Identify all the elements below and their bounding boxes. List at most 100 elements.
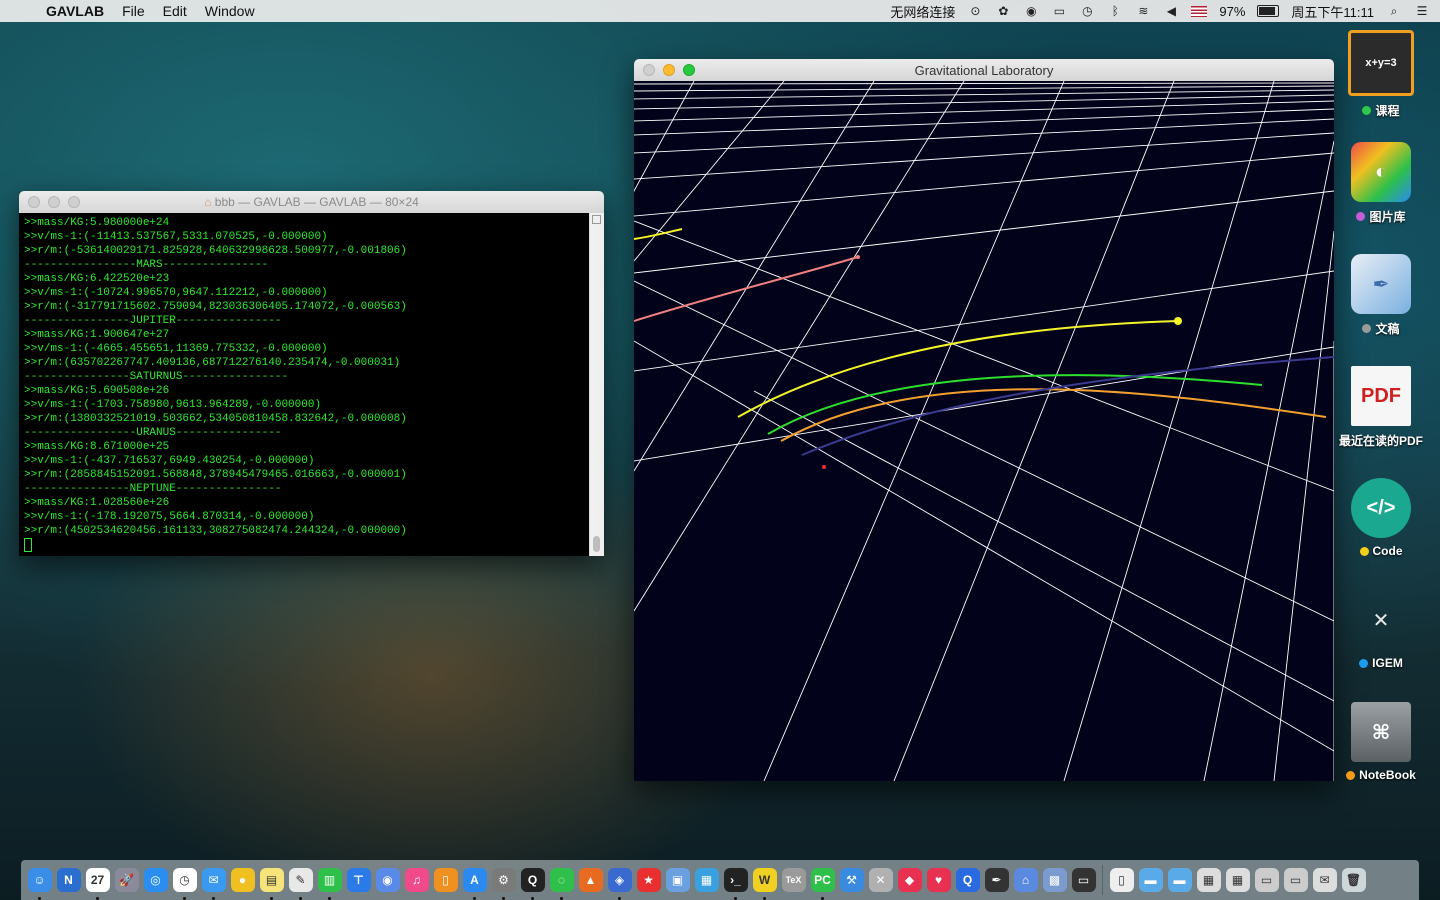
edit-menu[interactable]: Edit	[163, 3, 187, 19]
desktop-icon-label: 图片库	[1331, 208, 1431, 225]
documents-icon: ✒	[1351, 254, 1411, 314]
app-menu[interactable]: GAVLAB	[46, 3, 104, 19]
dock-item[interactable]: ☺	[25, 864, 54, 900]
dock-item[interactable]: A	[460, 864, 489, 900]
spotlight-search-icon[interactable]: ⌕	[1386, 4, 1402, 18]
dock-item[interactable]: 🗑	[1339, 864, 1368, 896]
mail-icon: ✉	[201, 868, 226, 892]
planet-jupiter	[1174, 317, 1182, 325]
zoom-button[interactable]	[68, 196, 80, 208]
dock-item[interactable]: ▲	[576, 864, 605, 896]
dock-item[interactable]: ▭	[1281, 864, 1310, 896]
dock-item[interactable]: ◷	[170, 864, 199, 900]
battery-icon[interactable]	[1257, 5, 1280, 17]
gravity-lab-titlebar[interactable]: Gravitational Laboratory	[634, 59, 1334, 81]
dock-item[interactable]: 27	[83, 864, 112, 900]
window-menu[interactable]: Window	[205, 3, 255, 19]
dock-item[interactable]: ✉	[199, 864, 228, 900]
airplay-icon[interactable]: ▭	[1051, 4, 1067, 18]
bluetooth-icon[interactable]: ᛒ	[1107, 4, 1123, 18]
desktop-icon-pdf[interactable]: PDF 最近在读的PDF	[1331, 366, 1431, 449]
dock-item[interactable]: ◈	[605, 864, 634, 900]
dock-item[interactable]: ▬	[1165, 864, 1194, 896]
desktop-icon-igem[interactable]: ✕ IGEM	[1331, 590, 1431, 670]
dock-item[interactable]: ▩	[1040, 864, 1069, 896]
finder-icon: ☺	[27, 868, 52, 892]
dock-item[interactable]: TeX	[779, 864, 808, 896]
dock-item[interactable]: ▦	[1223, 864, 1252, 896]
desktop-icon-documents[interactable]: ✒ 文稿	[1331, 254, 1431, 337]
dock-item[interactable]: ●	[228, 864, 257, 896]
dock-item[interactable]: ▭	[1069, 864, 1098, 896]
dock-item[interactable]: Q	[518, 864, 547, 900]
network-status[interactable]: 无网络连接	[890, 2, 955, 21]
dock-item[interactable]: ✒	[982, 864, 1011, 896]
terminal-titlebar[interactable]: ⌂ bbb — GAVLAB — GAVLAB — 80×24	[19, 191, 604, 213]
clock[interactable]: 周五下午11:11	[1291, 2, 1374, 21]
evernote-icon[interactable]: ✿	[995, 4, 1011, 18]
time-machine-icon[interactable]: ◷	[1079, 4, 1095, 18]
close-button[interactable]	[643, 64, 655, 76]
minimize-button[interactable]	[48, 196, 60, 208]
dock-item[interactable]: ⚒	[837, 864, 866, 896]
dock-item[interactable]: ⚙	[489, 864, 518, 900]
minimize-button[interactable]	[663, 64, 675, 76]
photo-library-icon: ◐	[1351, 142, 1411, 202]
desktop-icon-code-folder[interactable]: </> Code	[1331, 478, 1431, 558]
desktop-icon-course[interactable]: x+y=3 课程	[1331, 30, 1431, 119]
dock-item[interactable]: Q	[953, 864, 982, 896]
search-key-icon[interactable]: ⊙	[967, 4, 983, 18]
dock-item[interactable]: ▦	[692, 864, 721, 896]
dock-item[interactable]: ▬	[1136, 864, 1165, 896]
tag-dot	[1359, 658, 1369, 668]
dock-item[interactable]: ◌	[547, 864, 576, 900]
dock-item[interactable]: ✎	[286, 864, 315, 900]
dock-item[interactable]: W	[750, 864, 779, 900]
dock-item[interactable]: N	[54, 864, 83, 896]
dock-item[interactable]: ▣	[663, 864, 692, 896]
us-flag-icon[interactable]	[1191, 5, 1208, 17]
home-icon: ⌂	[204, 195, 212, 209]
dock-item[interactable]: ★	[634, 864, 663, 896]
wechat-menu-icon[interactable]: ◉	[1023, 4, 1039, 18]
dock-item[interactable]: ◆	[895, 864, 924, 896]
split-pane-icon[interactable]	[592, 215, 601, 224]
zoom-button[interactable]	[683, 64, 695, 76]
preview-icon: ▣	[665, 868, 690, 892]
screenshot-stack-2-icon: ▭	[1283, 868, 1308, 892]
dock-item[interactable]: ▭	[1252, 864, 1281, 896]
dock: ☺ N 27 🚀 ◎ ◷ ✉ ● ▤ ✎ ▥ ⊤ ◉ ♫ ▯ A ⚙ Q ◌ ▲ ◈ ★ ▣ ▦ ›_ W TeX PC ⚒ ✕ ◆ ♥ Q ✒ ⌂…	[21, 860, 1419, 900]
notification-center-icon[interactable]: ☰	[1414, 4, 1430, 18]
desktop-icon-photo-library[interactable]: ◐ 图片库	[1331, 142, 1431, 225]
dock-item[interactable]: ✉	[1310, 864, 1339, 896]
simulation-canvas[interactable]	[634, 81, 1334, 781]
scroll-thumb[interactable]	[593, 536, 600, 552]
dock-item[interactable]: ▥	[315, 864, 344, 900]
dock-item[interactable]: ⊤	[344, 864, 373, 896]
battery-percent[interactable]: 97%	[1219, 4, 1245, 19]
close-button[interactable]	[28, 196, 40, 208]
terminal-scrollbar[interactable]	[589, 213, 604, 556]
terminal-line: >>v/ms-1:(-11413.537567,5331.070525,-0.0…	[24, 231, 328, 243]
clock-icon: ◷	[172, 868, 197, 892]
volume-icon[interactable]: ◀	[1163, 4, 1179, 18]
dock-item[interactable]: ▯	[431, 864, 460, 896]
dock-item[interactable]: ▯	[1107, 864, 1136, 896]
terminal-output[interactable]: >>mass/KG:5.980000e+24 >>v/ms-1:(-11413.5…	[19, 213, 590, 556]
dock-item[interactable]: ▤	[257, 864, 286, 900]
dock-item[interactable]: PC	[808, 864, 837, 900]
dock-item[interactable]: ◎	[141, 864, 170, 896]
dock-item[interactable]: ›_	[721, 864, 750, 900]
file-menu[interactable]: File	[122, 3, 145, 19]
desktop-icon-label: IGEM	[1331, 656, 1431, 670]
desktop-icon-notebook-folder[interactable]: ⌘ NoteBook	[1331, 702, 1431, 782]
dock-item[interactable]: ▦	[1194, 864, 1223, 896]
dock-item[interactable]: ♥	[924, 864, 953, 896]
label-text: 图片库	[1369, 210, 1406, 224]
dock-item[interactable]: 🚀	[112, 864, 141, 896]
dock-item[interactable]: ✕	[866, 864, 895, 896]
dock-item[interactable]: ⌂	[1011, 864, 1040, 896]
wifi-icon[interactable]: ≋	[1135, 4, 1151, 18]
dock-item[interactable]: ◉	[373, 864, 402, 896]
dock-item[interactable]: ♫	[402, 864, 431, 896]
